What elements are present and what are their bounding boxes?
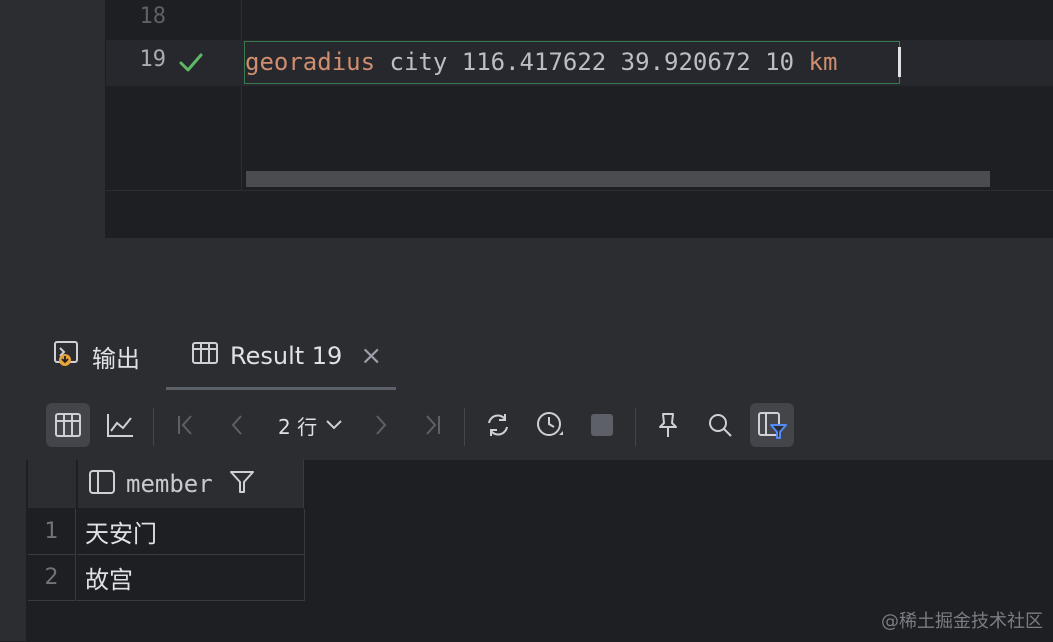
tool-window-edge <box>0 390 26 641</box>
row-number: 2 <box>28 555 76 601</box>
toolbar-separator <box>464 408 465 446</box>
refresh-icon[interactable] <box>476 403 520 447</box>
left-panel-strip <box>0 0 106 238</box>
watermark: @稀土掘金技术社区 <box>881 611 1043 632</box>
table-cell[interactable]: 故宫 <box>77 555 305 601</box>
text-caret <box>898 47 901 77</box>
chart-view-icon[interactable] <box>98 403 142 447</box>
history-icon[interactable] <box>528 403 572 447</box>
check-icon <box>177 50 205 80</box>
grid-corner <box>28 460 76 508</box>
column-icon <box>88 469 116 499</box>
line-number-18: 18 <box>139 4 167 29</box>
code-args: city 116.417622 39.920672 10 <box>375 48 809 76</box>
line-number-19: 19 <box>139 47 167 72</box>
last-page-icon[interactable] <box>410 403 454 447</box>
tab-result-label: Result 19 <box>230 342 343 370</box>
panel-divider <box>0 238 1053 322</box>
column-header-member[interactable]: member <box>78 460 304 508</box>
table-view-icon[interactable] <box>46 403 90 447</box>
output-icon <box>52 338 82 374</box>
rows-selector[interactable]: 2 行 <box>278 403 343 447</box>
stop-icon[interactable] <box>580 403 624 447</box>
code-unit: km <box>808 48 838 76</box>
rows-count: 2 行 <box>278 414 318 439</box>
code-line[interactable]: georadius city 116.417622 39.920672 10 k… <box>245 45 837 79</box>
first-page-icon[interactable] <box>164 403 208 447</box>
next-page-icon[interactable] <box>358 403 402 447</box>
chevron-down-icon <box>325 413 343 437</box>
toolbar-separator <box>635 408 636 446</box>
code-editor[interactable] <box>241 0 1053 190</box>
horizontal-scrollbar[interactable] <box>246 171 990 187</box>
tab-bar <box>0 322 1053 391</box>
pin-icon[interactable] <box>646 403 690 447</box>
table-icon <box>190 338 220 374</box>
prev-page-icon[interactable] <box>216 403 260 447</box>
tab-output-label: 输出 <box>92 344 140 373</box>
search-icon[interactable] <box>698 403 742 447</box>
toolbar-separator <box>153 408 154 446</box>
column-header-label: member <box>126 470 213 498</box>
table-cell[interactable]: 天安门 <box>77 509 305 555</box>
filter-icon[interactable] <box>229 469 255 499</box>
code-keyword: georadius <box>245 48 376 76</box>
filter-icon[interactable] <box>750 403 794 447</box>
tab-result-19[interactable]: Result 19 × <box>190 322 382 390</box>
close-icon[interactable]: × <box>360 341 382 371</box>
row-number: 1 <box>28 509 76 555</box>
editor-bottom-area <box>106 190 1053 239</box>
tab-output[interactable]: 输出 <box>52 322 140 390</box>
